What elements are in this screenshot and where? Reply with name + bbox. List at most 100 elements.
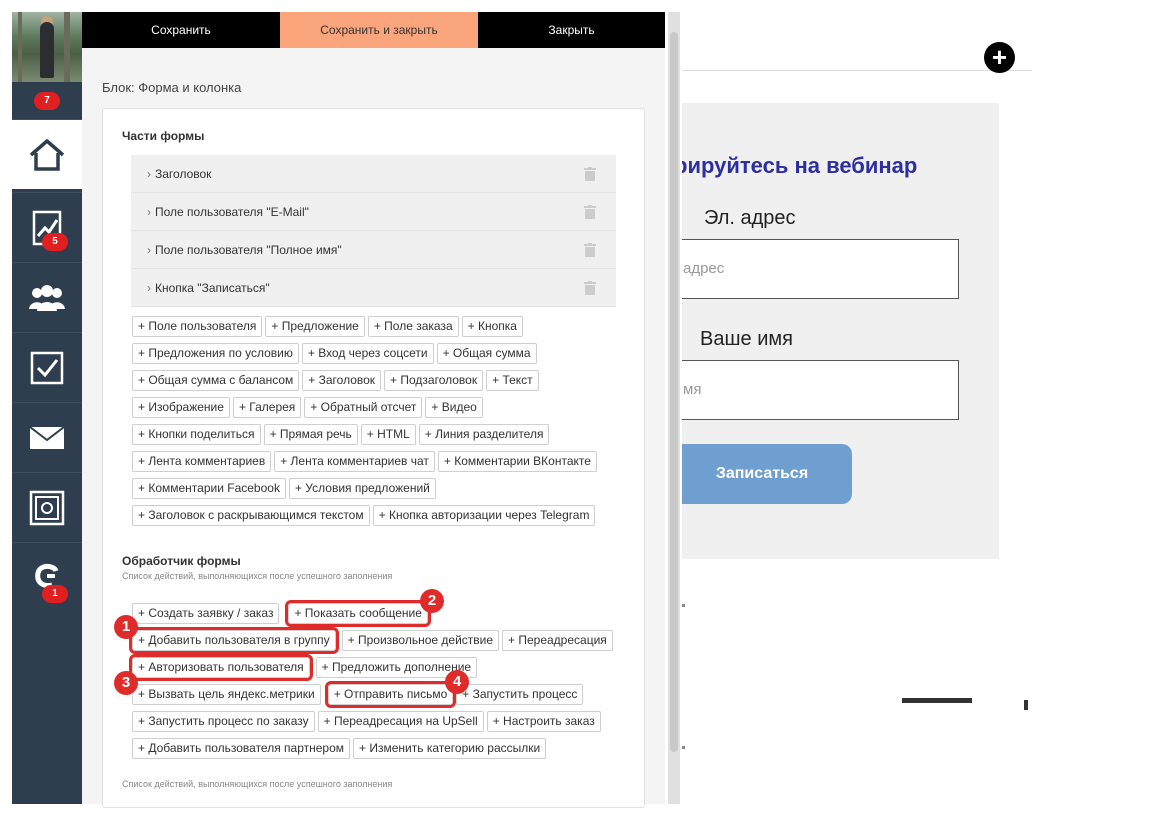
add-expandable-heading-button[interactable]: + Заголовок с раскрывающимся текстом [132, 505, 370, 526]
annotation-marker-3: 3 [114, 671, 138, 695]
form-handler-title: Обработчик формы [122, 554, 241, 568]
avatar[interactable] [12, 12, 82, 82]
add-comments-chat-button[interactable]: + Лента комментариев чат [274, 451, 435, 472]
close-button[interactable]: Закрыть [478, 12, 665, 48]
add-text-button[interactable]: + Текст [486, 370, 539, 391]
form-settings-card: Части формы › Заголовок › Поле пользовател… [102, 108, 645, 808]
add-vk-comments-button[interactable]: + Комментарии ВКонтакте [437, 451, 597, 472]
nav-users[interactable] [12, 262, 82, 332]
yandex-goal-button[interactable]: + Вызвать цель яндекс.метрики [132, 684, 321, 705]
add-telegram-auth-button[interactable]: + Кнопка авторизации через Telegram [372, 505, 596, 526]
chevron-right-icon: › [147, 281, 151, 295]
nav-tasks[interactable] [12, 332, 82, 402]
chevron-right-icon: › [147, 167, 151, 181]
preview-artifact [682, 746, 685, 749]
annotation-marker-2: 2 [420, 589, 444, 613]
mail-icon [29, 425, 65, 449]
preview-artifact [1024, 700, 1028, 710]
add-divider-button[interactable]: + Линия разделителя [418, 424, 550, 445]
trash-icon[interactable] [584, 243, 596, 257]
upsell-redirect-button[interactable]: + Переадресация на UpSell [317, 711, 484, 732]
save-button[interactable]: Сохранить [82, 12, 280, 48]
add-user-to-group-button[interactable]: + Добавить пользователя в группу [129, 627, 339, 654]
nav-analytics[interactable]: 5 [12, 192, 82, 262]
nav-safe[interactable] [12, 472, 82, 542]
add-html-button[interactable]: + HTML [360, 424, 416, 445]
notifications-badge: 7 [34, 92, 60, 110]
users-icon [29, 284, 65, 311]
form-parts-list: › Заголовок › Поле пользователя "E-Mail" ›… [131, 155, 616, 307]
preview-divider [682, 70, 1032, 71]
trash-icon[interactable] [584, 167, 596, 181]
add-total-sum-button[interactable]: + Общая сумма [436, 343, 537, 364]
checkbox-icon [30, 351, 64, 384]
support-badge: 1 [42, 585, 68, 603]
nav-support[interactable]: 1 [12, 542, 82, 612]
home-icon [29, 138, 65, 171]
add-conditional-offers-button[interactable]: + Предложения по условию [132, 343, 299, 364]
name-field[interactable]: мя [682, 360, 959, 420]
add-partner-user-button[interactable]: + Добавить пользователя партнером [132, 738, 351, 759]
add-quote-button[interactable]: + Прямая речь [263, 424, 358, 445]
add-image-button[interactable]: + Изображение [132, 397, 230, 418]
add-total-with-balance-button[interactable]: + Общая сумма с балансом [132, 370, 300, 391]
form-parts-title: Части формы [122, 129, 205, 143]
nav-mail[interactable] [12, 402, 82, 472]
add-share-buttons-button[interactable]: + Кнопки поделиться [132, 424, 261, 445]
left-sidebar: 7 5 1 [12, 12, 82, 804]
nav-home[interactable] [12, 119, 82, 189]
form-handler-subtitle: Список действий, выполняющихся после усп… [122, 571, 393, 581]
add-facebook-comments-button[interactable]: + Комментарии Facebook [132, 478, 286, 499]
form-part-item[interactable]: › Кнопка "Записаться" [131, 269, 616, 307]
configure-order-button[interactable]: + Настроить заказ [486, 711, 601, 732]
safe-icon [29, 490, 65, 525]
trash-icon[interactable] [584, 281, 596, 295]
add-user-field-button[interactable]: + Поле пользователя [132, 316, 263, 337]
email-field[interactable]: адрес [682, 239, 959, 299]
footer-note: Список действий, выполняющихся после усп… [122, 779, 393, 789]
form-part-item[interactable]: › Поле пользователя "E-Mail" [131, 193, 616, 231]
redirect-button[interactable]: + Переадресация [502, 630, 613, 651]
editor-panel: Сохранить Сохранить и закрыть Закрыть Бл… [82, 12, 665, 808]
preview-heading: рируйтесь на вебинар [682, 153, 918, 178]
add-button-button[interactable]: + Кнопка [461, 316, 523, 337]
trash-icon[interactable] [584, 205, 596, 219]
name-label: Ваше имя [700, 328, 793, 350]
add-offer-button[interactable]: + Предложение [265, 316, 365, 337]
add-gallery-button[interactable]: + Галерея [232, 397, 302, 418]
chevron-right-icon: › [147, 205, 151, 219]
block-title: Блок: Форма и колонка [102, 80, 242, 95]
save-and-close-button[interactable]: Сохранить и закрыть [280, 12, 478, 48]
change-mailing-category-button[interactable]: + Изменить категорию рассылки [353, 738, 547, 759]
add-countdown-button[interactable]: + Обратный отсчет [304, 397, 423, 418]
authorize-user-button[interactable]: + Авторизовать пользователя [129, 654, 313, 681]
add-order-field-button[interactable]: + Поле заказа [367, 316, 459, 337]
start-order-process-button[interactable]: + Запустить процесс по заказу [132, 711, 315, 732]
add-offer-terms-button[interactable]: + Условия предложений [288, 478, 436, 499]
add-block-plus-icon[interactable]: + [984, 42, 1015, 73]
editor-scrollbar[interactable] [668, 12, 680, 804]
preview-artifact [682, 604, 685, 607]
chevron-right-icon: › [147, 243, 151, 257]
custom-action-button[interactable]: + Произвольное действие [341, 630, 500, 651]
form-part-item[interactable]: › Заголовок [131, 155, 616, 193]
email-label: Эл. адрес [704, 207, 796, 229]
add-element-buttons: + Поле пользователя + Предложение + Поле з… [132, 316, 622, 532]
send-email-button[interactable]: + Отправить письмо [324, 681, 457, 708]
subscribe-button[interactable]: Записаться [682, 444, 852, 504]
add-social-login-button[interactable]: + Вход через соцсети [301, 343, 434, 364]
form-part-item[interactable]: › Поле пользователя "Полное имя" [131, 231, 616, 269]
analytics-badge: 5 [42, 233, 68, 251]
start-process-button[interactable]: + Запустить процесс [456, 684, 584, 705]
add-video-button[interactable]: + Видео [425, 397, 483, 418]
create-request-button[interactable]: + Создать заявку / заказ [132, 603, 280, 624]
add-subheading-button[interactable]: + Подзаголовок [384, 370, 484, 391]
webinar-form-preview: рируйтесь на вебинар Эл. адрес адрес Ваш… [682, 103, 999, 559]
preview-artifact [902, 698, 972, 703]
show-message-button[interactable]: + Показать сообщение [285, 600, 431, 627]
annotation-marker-4: 4 [445, 670, 469, 694]
toolbar: Сохранить Сохранить и закрыть Закрыть [82, 12, 665, 48]
add-comments-feed-button[interactable]: + Лента комментариев [132, 451, 272, 472]
add-heading-button[interactable]: + Заголовок [302, 370, 382, 391]
form-handler-buttons: + Создать заявку / заказ + Показать сообщ… [129, 600, 622, 765]
